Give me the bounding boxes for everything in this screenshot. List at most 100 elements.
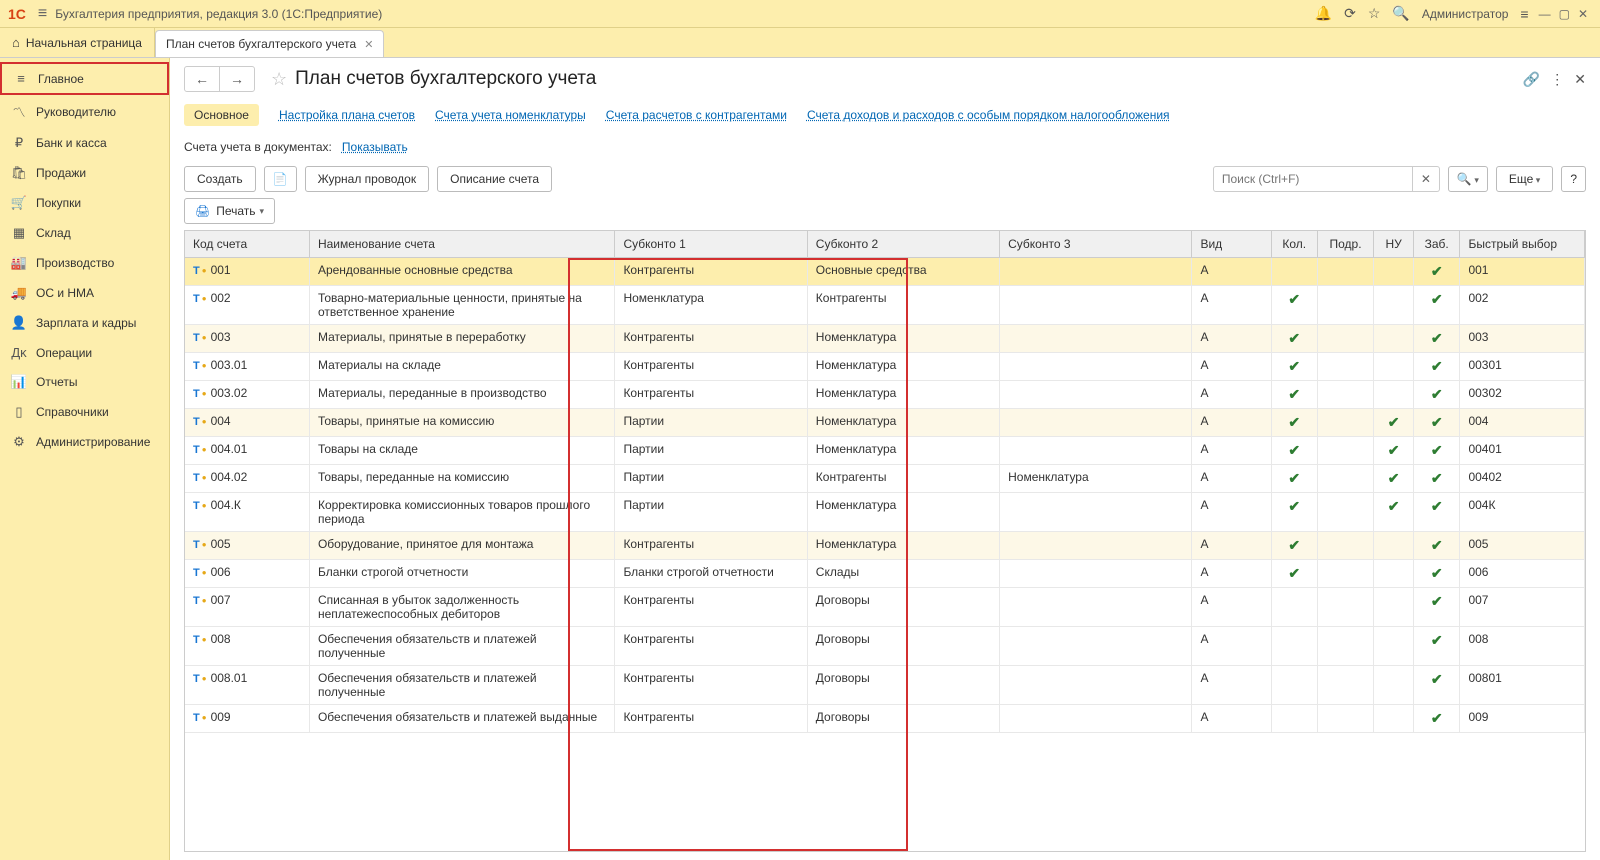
sidebar-item-10[interactable]: 📊Отчеты xyxy=(0,367,169,397)
app-title: Бухгалтерия предприятия, редакция 3.0 (1… xyxy=(55,7,382,21)
sidebar-item-label: Производство xyxy=(36,256,114,270)
sidebar-item-7[interactable]: 🚚ОС и НМА xyxy=(0,278,169,308)
col-sub3[interactable]: Субконто 3 xyxy=(1000,231,1192,258)
close-button[interactable]: ✕ xyxy=(1578,7,1588,21)
table-row[interactable]: Т●008Обеспечения обязательств и платежей… xyxy=(185,627,1585,666)
table-row[interactable]: Т●003.01Материалы на складеКонтрагентыНо… xyxy=(185,353,1585,381)
table-row[interactable]: Т●004.01Товары на складеПартииНоменклату… xyxy=(185,437,1585,465)
more-button[interactable]: Еще xyxy=(1496,166,1553,192)
sidebar-icon: Дᴋ xyxy=(10,345,28,360)
sidebar-icon: 〽 xyxy=(10,102,28,121)
accounts-table[interactable]: Код счета Наименование счета Субконто 1 … xyxy=(184,230,1586,852)
tab-chart-of-accounts[interactable]: План счетов бухгалтерского учета ✕ xyxy=(155,30,384,57)
sidebar-item-11[interactable]: ▯Справочники xyxy=(0,397,169,427)
sidebar-icon: 🚚 xyxy=(10,285,28,301)
col-zab[interactable]: Заб. xyxy=(1413,231,1460,258)
star-icon[interactable]: ☆ xyxy=(1368,5,1381,22)
bell-icon[interactable]: 🔔 xyxy=(1315,5,1332,22)
sidebar-item-3[interactable]: 🛍Продажи xyxy=(0,158,169,188)
search-icon[interactable]: 🔍 xyxy=(1392,5,1409,22)
sidebar-item-9[interactable]: ДᴋОперации xyxy=(0,338,169,367)
history-icon[interactable]: ⟳ xyxy=(1344,5,1356,22)
table-row[interactable]: Т●002Товарно-материальные ценности, прин… xyxy=(185,286,1585,325)
table-row[interactable]: Т●008.01Обеспечения обязательств и плате… xyxy=(185,666,1585,705)
table-row[interactable]: Т●001Арендованные основные средстваКонтр… xyxy=(185,258,1585,286)
col-code[interactable]: Код счета xyxy=(185,231,309,258)
setting-label: Счета учета в документах: xyxy=(184,140,332,154)
sidebar-item-label: Администрирование xyxy=(36,435,150,449)
col-podr[interactable]: Подр. xyxy=(1317,231,1374,258)
journal-button[interactable]: Журнал проводок xyxy=(305,166,430,192)
sidebar-item-12[interactable]: ⚙Администрирование xyxy=(0,427,169,457)
link-tabs: Основное Настройка плана счетов Счета уч… xyxy=(170,98,1600,132)
table-row[interactable]: Т●004.ККорректировка комиссионных товаро… xyxy=(185,493,1585,532)
nav-forward-button[interactable]: → xyxy=(219,67,254,91)
sidebar-item-label: Банк и касса xyxy=(36,136,107,150)
search-input[interactable] xyxy=(1213,166,1413,192)
minimize-button[interactable]: — xyxy=(1539,7,1551,21)
col-name[interactable]: Наименование счета xyxy=(309,231,614,258)
copy-button[interactable]: 📄 xyxy=(264,166,297,192)
sidebar-item-5[interactable]: ▦ Склад xyxy=(0,218,169,248)
create-button[interactable]: Создать xyxy=(184,166,256,192)
sidebar-item-label: Склад xyxy=(36,226,71,240)
table-row[interactable]: Т●009Обеспечения обязательств и платежей… xyxy=(185,705,1585,733)
sidebar-item-label: Зарплата и кадры xyxy=(36,316,136,330)
col-vid[interactable]: Вид xyxy=(1192,231,1271,258)
search-clear-icon[interactable]: ✕ xyxy=(1413,166,1440,192)
link-tab-nomenclature[interactable]: Счета учета номенклатуры xyxy=(435,108,586,122)
sidebar-item-4[interactable]: 🛒Покупки xyxy=(0,188,169,218)
home-icon: ⌂ xyxy=(12,35,20,50)
app-logo: 1C xyxy=(8,6,26,22)
sidebar-icon: 📊 xyxy=(10,374,28,390)
sidebar-item-2[interactable]: ₽Банк и касса xyxy=(0,128,169,158)
favorite-star-icon[interactable]: ☆ xyxy=(271,69,287,90)
description-button[interactable]: Описание счета xyxy=(437,166,552,192)
table-row[interactable]: Т●003Материалы, принятые в переработкуКо… xyxy=(185,325,1585,353)
sidebar-item-8[interactable]: 👤Зарплата и кадры xyxy=(0,308,169,338)
home-tab[interactable]: ⌂ Начальная страница xyxy=(0,28,155,57)
table-row[interactable]: Т●003.02Материалы, переданные в производ… xyxy=(185,381,1585,409)
col-kol[interactable]: Кол. xyxy=(1271,231,1317,258)
sidebar: ≡Главное 〽 Руководителю ₽Банк и касса🛍Прода… xyxy=(0,58,170,860)
page-close-icon[interactable]: ✕ xyxy=(1574,71,1586,88)
title-bar: 1C ≡ Бухгалтерия предприятия, редакция 3… xyxy=(0,0,1600,28)
setting-show-link[interactable]: Показывать xyxy=(342,140,408,154)
col-sub2[interactable]: Субконто 2 xyxy=(807,231,999,258)
tab-close-icon[interactable]: ✕ xyxy=(364,38,373,51)
table-header-row: Код счета Наименование счета Субконто 1 … xyxy=(185,231,1585,258)
home-tab-label: Начальная страница xyxy=(26,36,142,50)
nav-back-button[interactable]: ← xyxy=(185,67,219,91)
user-label[interactable]: Администратор xyxy=(1422,7,1509,21)
col-nu[interactable]: НУ xyxy=(1374,231,1414,258)
print-label: Печать xyxy=(216,204,255,218)
print-button[interactable]: 🖨 Печать ▾ xyxy=(184,198,275,224)
col-sub1[interactable]: Субконто 1 xyxy=(615,231,807,258)
maximize-button[interactable]: ▢ xyxy=(1559,7,1570,21)
table-row[interactable]: Т●004.02Товары, переданные на комиссиюПа… xyxy=(185,465,1585,493)
table-row[interactable]: Т●004Товары, принятые на комиссиюПартииН… xyxy=(185,409,1585,437)
link-icon[interactable]: 🔗 xyxy=(1523,71,1540,88)
kebab-icon[interactable]: ⋮ xyxy=(1550,71,1564,88)
link-tab-main[interactable]: Основное xyxy=(184,104,259,126)
table-row[interactable]: Т●005Оборудование, принятое для монтажаК… xyxy=(185,532,1585,560)
advanced-search-button[interactable]: 🔍 xyxy=(1448,166,1488,192)
sidebar-item-1[interactable]: 〽 Руководителю xyxy=(0,95,169,128)
link-tab-settings[interactable]: Настройка плана счетов xyxy=(279,108,415,122)
sidebar-icon: ≡ xyxy=(12,71,30,86)
help-button[interactable]: ? xyxy=(1561,166,1586,192)
setting-row: Счета учета в документах: Показывать xyxy=(170,132,1600,162)
tab-label: План счетов бухгалтерского учета xyxy=(166,37,356,51)
table-row[interactable]: Т●006Бланки строгой отчетностиБланки стр… xyxy=(185,560,1585,588)
sidebar-item-6[interactable]: 🏭Производство xyxy=(0,248,169,278)
sidebar-icon: ▦ xyxy=(10,225,28,241)
sidebar-item-label: Руководителю xyxy=(36,105,116,119)
main-menu-icon[interactable]: ≡ xyxy=(38,5,47,23)
settings-icon[interactable]: ≡ xyxy=(1520,6,1528,22)
sidebar-item-0[interactable]: ≡Главное xyxy=(0,62,169,95)
link-tab-special-tax[interactable]: Счета доходов и расходов с особым порядк… xyxy=(807,108,1170,122)
sidebar-icon: ▯ xyxy=(10,404,28,420)
col-fast[interactable]: Быстрый выбор xyxy=(1460,231,1585,258)
table-row[interactable]: Т●007Списанная в убыток задолженность не… xyxy=(185,588,1585,627)
link-tab-counterparties[interactable]: Счета расчетов с контрагентами xyxy=(606,108,787,122)
